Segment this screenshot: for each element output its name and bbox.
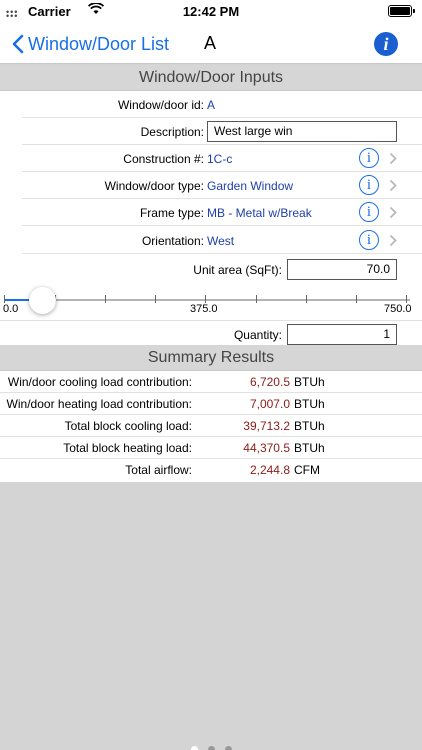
result-unit: BTUh (294, 397, 325, 411)
description-label: Description: (140, 125, 204, 139)
battery-icon (388, 5, 415, 17)
result-row: Win/door cooling load contribution: 6,72… (0, 371, 422, 393)
slider-max-label: 750.0 (384, 303, 412, 315)
page-title: A (204, 33, 217, 53)
chevron-right-icon (389, 179, 397, 192)
result-unit: BTUh (294, 419, 325, 433)
chevron-left-icon (12, 34, 24, 54)
result-unit: BTUh (294, 375, 325, 389)
result-label: Win/door cooling load contribution: (7, 375, 192, 389)
window-type-value: Garden Window (207, 179, 294, 193)
id-label: Window/door id: (117, 98, 204, 112)
summary-section-header: Summary Results (0, 345, 422, 371)
orientation-info-icon[interactable]: i (359, 230, 379, 250)
inputs-form: Window/door id: A Description: West larg… (0, 91, 422, 345)
result-label: Total block heating load: (63, 441, 192, 455)
orientation-value: West (207, 234, 235, 248)
slider-min-label: 0.0 (3, 303, 19, 315)
construction-value: 1C-c (207, 152, 233, 166)
page-dot[interactable] (224, 746, 232, 750)
slider-mid-label: 375.0 (190, 303, 218, 315)
result-row: Total block cooling load: 39,713.2 BTUh (0, 415, 422, 437)
window-type-row[interactable]: Window/door type: Garden Window i (0, 172, 422, 199)
description-input[interactable]: West large win (207, 121, 397, 142)
frame-type-info-icon[interactable]: i (359, 202, 379, 222)
unit-area-label: Unit area (SqFt): (193, 263, 282, 277)
window-type-label: Window/door type: (104, 179, 204, 193)
result-row: Win/door heating load contribution: 7,00… (0, 393, 422, 415)
window-type-info-icon[interactable]: i (359, 175, 379, 195)
result-value: 44,370.5 (243, 441, 290, 455)
chevron-right-icon (389, 234, 397, 247)
unit-area-slider[interactable]: 0.0 375.0 750.0 (0, 286, 422, 318)
frame-type-row[interactable]: Frame type: MB - Metal w/Break i (0, 199, 422, 226)
result-value: 2,244.8 (249, 463, 290, 477)
result-value: 6,720.5 (249, 375, 290, 389)
slider-track (4, 299, 410, 301)
result-label: Win/door heating load contribution: (6, 397, 192, 411)
status-time: 12:42 PM (182, 4, 240, 19)
result-row: Total airflow: 2,244.8 CFM (0, 459, 422, 481)
result-value: 39,713.2 (243, 419, 290, 433)
result-label: Total block cooling load: (64, 419, 192, 433)
id-value: A (207, 98, 216, 112)
summary-results: Win/door cooling load contribution: 6,72… (0, 371, 422, 482)
result-unit: CFM (294, 463, 320, 477)
quantity-label: Quantity: (233, 328, 282, 342)
orientation-label: Orientation: (141, 234, 204, 248)
construction-label: Construction #: (123, 152, 204, 166)
result-label: Total airflow: (125, 463, 192, 477)
back-button[interactable]: Window/Door List (12, 30, 169, 58)
frame-type-value: MB - Metal w/Break (207, 206, 312, 220)
navigation-bar: Window/Door List A i (0, 24, 422, 64)
info-icon[interactable]: i (374, 32, 398, 56)
slider-handle[interactable] (28, 287, 56, 314)
frame-type-label: Frame type: (139, 206, 204, 220)
status-bar: ••• ••• Carrier 12:42 PM (0, 0, 422, 24)
page-dot[interactable] (207, 746, 215, 750)
chevron-right-icon (389, 152, 397, 165)
description-row: Description: West large win (0, 118, 422, 145)
back-button-label: Window/Door List (28, 33, 170, 54)
construction-info-icon[interactable]: i (359, 148, 379, 168)
result-row: Total block heating load: 44,370.5 BTUh (0, 437, 422, 459)
orientation-row[interactable]: Orientation: West i (0, 227, 422, 254)
quantity-input[interactable]: 1 (287, 324, 397, 345)
quantity-row: Quantity: 1 (0, 320, 422, 347)
unit-area-input[interactable]: 70.0 (287, 259, 397, 280)
inputs-section-header: Window/Door Inputs (0, 65, 422, 91)
page-indicator[interactable] (0, 740, 422, 750)
result-unit: BTUh (294, 441, 325, 455)
construction-row[interactable]: Construction #: 1C-c i (0, 145, 422, 172)
result-value: 7,007.0 (249, 397, 290, 411)
id-row: Window/door id: A (0, 91, 422, 118)
page-dot[interactable] (190, 746, 198, 750)
unit-area-row: Unit area (SqFt): 70.0 (0, 256, 422, 283)
chevron-right-icon (389, 206, 397, 219)
